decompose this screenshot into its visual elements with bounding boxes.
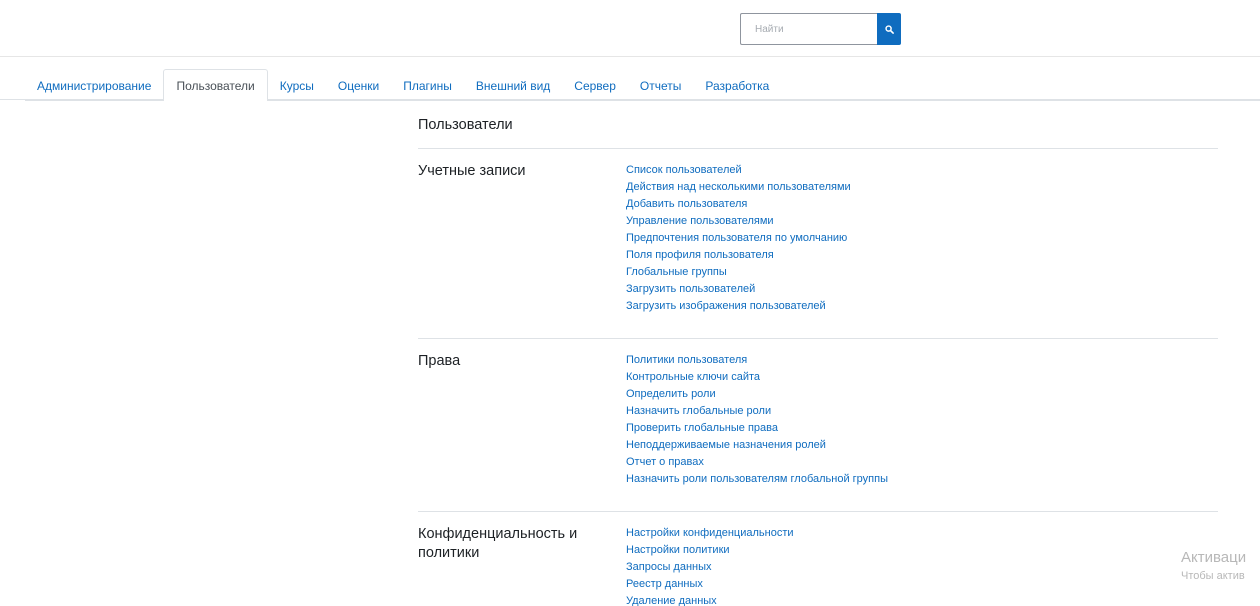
section-privacy: Конфиденциальность и политики Настройки …	[418, 511, 1218, 606]
link-user-policies[interactable]: Политики пользователя	[626, 352, 888, 369]
link-data-registry[interactable]: Реестр данных	[626, 576, 794, 593]
link-unsupported-role-assignments[interactable]: Неподдерживаемые назначения ролей	[626, 437, 888, 454]
tab-server[interactable]: Сервер	[562, 69, 628, 101]
link-data-deletion[interactable]: Удаление данных	[626, 593, 794, 606]
link-data-requests[interactable]: Запросы данных	[626, 559, 794, 576]
tab-plugins[interactable]: Плагины	[391, 69, 464, 101]
link-privacy-settings[interactable]: Настройки конфиденциальности	[626, 525, 794, 542]
search-button[interactable]	[877, 13, 901, 45]
link-site-admins[interactable]: Контрольные ключи сайта	[626, 369, 888, 386]
tab-courses[interactable]: Курсы	[268, 69, 326, 101]
tab-administration[interactable]: Администрирование	[25, 69, 163, 101]
section-permissions: Права Политики пользователя Контрольные …	[418, 338, 1218, 511]
section-accounts: Учетные записи Список пользователей Дейс…	[418, 148, 1218, 338]
link-profile-fields[interactable]: Поля профиля пользователя	[626, 247, 851, 264]
page-title: Пользователи	[418, 117, 513, 133]
link-user-management[interactable]: Управление пользователями	[626, 213, 851, 230]
tab-grades[interactable]: Оценки	[326, 69, 391, 101]
link-define-roles[interactable]: Определить роли	[626, 386, 888, 403]
page: Администрирование Пользователи Курсы Оце…	[0, 0, 1260, 606]
watermark-line: Активаци	[1181, 549, 1247, 566]
section-title: Конфиденциальность и политики	[418, 526, 578, 561]
watermark-line: Чтобы актив	[1181, 570, 1245, 582]
link-capability-report[interactable]: Отчет о правах	[626, 454, 888, 471]
link-cohorts[interactable]: Глобальные группы	[626, 264, 851, 281]
link-bulk-user-actions[interactable]: Действия над несколькими пользователями	[626, 179, 851, 196]
link-list: Настройки конфиденциальности Настройки п…	[626, 525, 794, 606]
main-content: Пользователи Учетные записи Список польз…	[418, 100, 1218, 606]
section-title: Права	[418, 353, 461, 369]
link-policy-settings[interactable]: Настройки политики	[626, 542, 794, 559]
link-user-list[interactable]: Список пользователей	[626, 162, 851, 179]
search-input[interactable]	[740, 13, 877, 45]
link-upload-users[interactable]: Загрузить пользователей	[626, 281, 851, 298]
tab-reports[interactable]: Отчеты	[628, 69, 693, 101]
header-divider	[0, 56, 1260, 57]
section-title: Учетные записи	[418, 163, 526, 179]
link-list: Список пользователей Действия над нескол…	[626, 162, 851, 315]
search-form	[740, 13, 901, 45]
admin-tabs: Администрирование Пользователи Курсы Оце…	[25, 69, 1260, 101]
link-assign-system-roles[interactable]: Назначить глобальные роли	[626, 403, 888, 420]
link-add-user[interactable]: Добавить пользователя	[626, 196, 851, 213]
link-assign-cohort-roles[interactable]: Назначить роли пользователям глобальной …	[626, 471, 888, 488]
tab-development[interactable]: Разработка	[693, 69, 781, 101]
tab-appearance[interactable]: Внешний вид	[464, 69, 562, 101]
link-upload-pictures[interactable]: Загрузить изображения пользователей	[626, 298, 851, 315]
link-default-preferences[interactable]: Предпочтения пользователя по умолчанию	[626, 230, 851, 247]
link-list: Политики пользователя Контрольные ключи …	[626, 352, 888, 488]
activation-watermark: Активаци Чтобы актив	[1181, 548, 1246, 584]
search-icon	[884, 24, 894, 34]
tab-users[interactable]: Пользователи	[163, 69, 268, 101]
link-check-system-permissions[interactable]: Проверить глобальные права	[626, 420, 888, 437]
